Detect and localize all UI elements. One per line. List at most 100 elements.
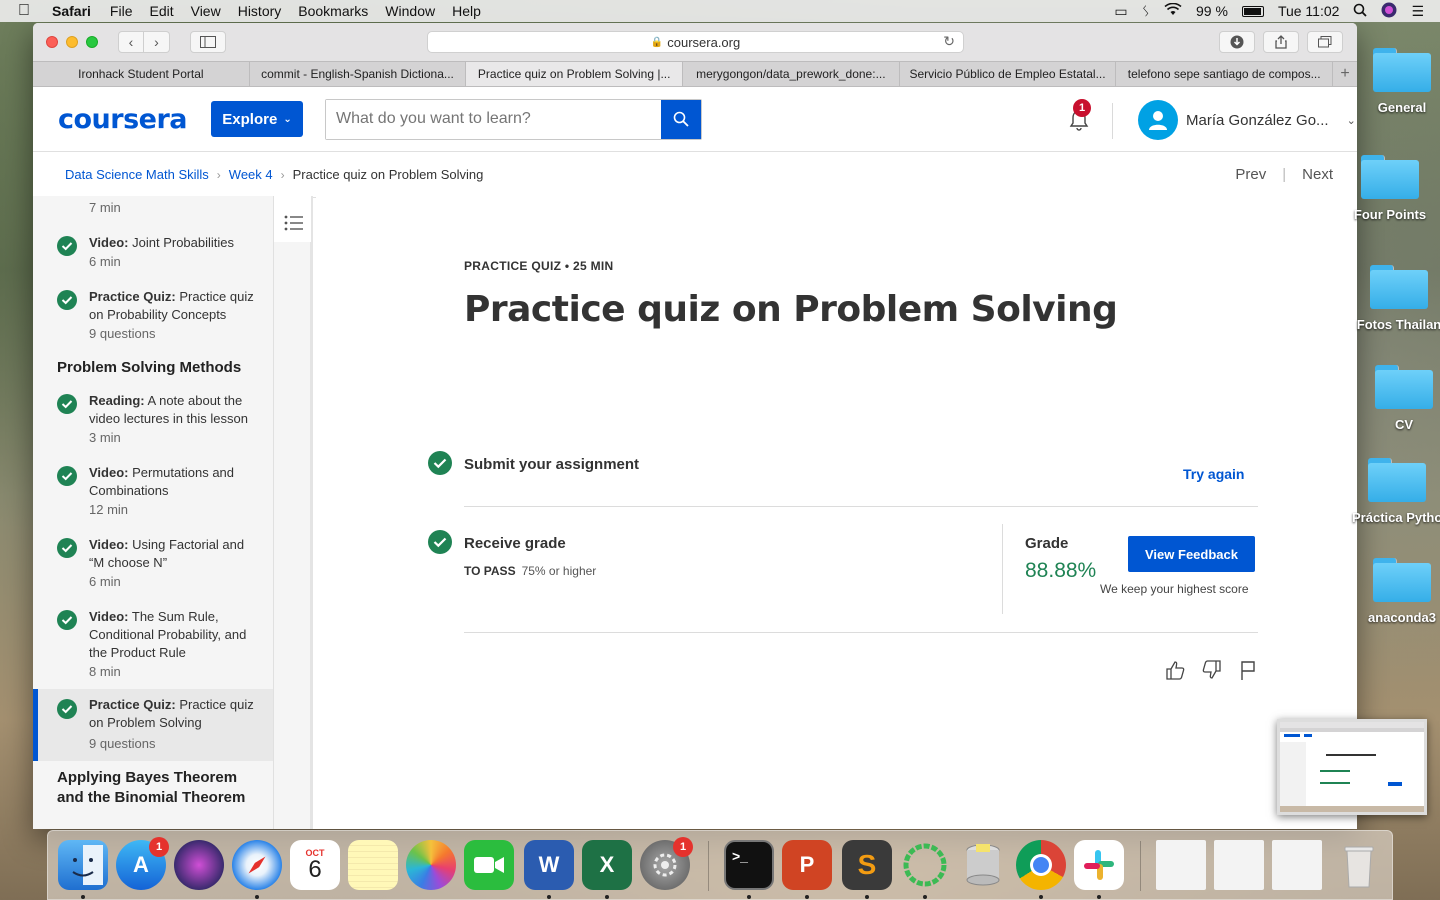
new-tab-icon[interactable]: + xyxy=(1333,62,1357,86)
explore-button[interactable]: Explore ⌄ xyxy=(211,101,304,137)
url-text: coursera.org xyxy=(667,34,741,50)
search-button[interactable] xyxy=(661,99,702,139)
page-title: Practice quiz on Problem Solving xyxy=(464,289,1118,330)
back-icon[interactable]: ‹ xyxy=(118,31,144,53)
tabs-overview-icon[interactable] xyxy=(1307,31,1343,53)
sidebar-toggle-icon[interactable] xyxy=(190,31,226,53)
list-item[interactable]: Video: The Sum Rule, Conditional Probabi… xyxy=(33,608,273,686)
list-item[interactable]: 7 min xyxy=(33,200,273,220)
list-item[interactable]: Practice Quiz: Practice quiz on Probabil… xyxy=(33,288,273,348)
downloads-icon[interactable] xyxy=(1219,31,1255,53)
close-window-button[interactable] xyxy=(46,36,58,48)
trash-icon[interactable] xyxy=(1334,840,1384,890)
safari-icon[interactable] xyxy=(232,840,282,890)
apple-icon[interactable]:  xyxy=(18,2,38,20)
menu-edit[interactable]: Edit xyxy=(149,3,173,19)
wifi-icon[interactable] xyxy=(1164,2,1182,19)
running-indicator xyxy=(547,895,551,899)
tab-sepe[interactable]: Servicio Público de Empleo Estatal... xyxy=(900,62,1117,86)
folder-icon xyxy=(1375,365,1433,409)
fullscreen-window-button[interactable] xyxy=(86,36,98,48)
sublime-text-icon[interactable]: S xyxy=(842,840,892,890)
prev-link[interactable]: Prev xyxy=(1235,166,1266,183)
notification-center-icon[interactable]: ☰ xyxy=(1411,3,1424,20)
desktop-folder-cv[interactable]: CV xyxy=(1359,365,1440,432)
list-item[interactable]: Video: Joint Probabilities 6 min xyxy=(33,234,273,278)
breadcrumb-course[interactable]: Data Science Math Skills xyxy=(65,167,209,182)
desktop-folder-general[interactable]: General xyxy=(1357,48,1440,115)
user-menu[interactable]: María González Go... ⌄ xyxy=(1138,100,1356,140)
tab-dictionary[interactable]: commit - English-Spanish Dictiona... xyxy=(250,62,467,86)
tab-github[interactable]: merygongon/data_prework_done:... xyxy=(683,62,900,86)
minimized-window-1[interactable] xyxy=(1156,840,1206,890)
slack-icon[interactable] xyxy=(1074,840,1124,890)
excel-icon[interactable]: X xyxy=(582,840,632,890)
item-duration: 7 min xyxy=(89,200,121,215)
try-again-link[interactable]: Try again xyxy=(1183,466,1244,482)
next-link[interactable]: Next xyxy=(1302,166,1333,183)
list-item[interactable]: Video: Using Factorial and “M choose N” … xyxy=(33,536,273,596)
minimized-window-3[interactable] xyxy=(1272,840,1322,890)
finder-icon[interactable] xyxy=(58,840,108,890)
dock-separator xyxy=(1140,841,1141,891)
photos-icon[interactable] xyxy=(406,840,456,890)
share-icon[interactable] xyxy=(1263,31,1299,53)
siri-icon[interactable] xyxy=(174,840,224,890)
tab-practice-quiz[interactable]: Practice quiz on Problem Solving |... xyxy=(466,62,684,86)
thumbs-up-icon[interactable] xyxy=(1164,659,1186,681)
sequel-pro-icon[interactable] xyxy=(958,840,1008,890)
desktop-folder-fotos[interactable]: Fotos Thailan xyxy=(1354,265,1440,332)
menu-help[interactable]: Help xyxy=(452,3,481,19)
tab-bar: Ironhack Student Portal commit - English… xyxy=(33,61,1357,87)
anaconda-icon[interactable] xyxy=(900,840,950,890)
minimized-window-2[interactable] xyxy=(1214,840,1264,890)
thumbs-down-icon[interactable] xyxy=(1201,659,1223,681)
desktop-folder-practica[interactable]: Práctica Pytho xyxy=(1352,458,1440,525)
calendar-icon[interactable]: OCT 6 xyxy=(290,840,340,890)
view-feedback-button[interactable]: View Feedback xyxy=(1128,536,1255,572)
bluetooth-icon[interactable]: ᛊ xyxy=(1142,3,1150,19)
address-bar[interactable]: 🔒 coursera.org ↻ xyxy=(427,31,964,53)
terminal-icon[interactable]: >_ xyxy=(724,840,774,890)
divider xyxy=(464,506,1258,507)
tab-ironhack[interactable]: Ironhack Student Portal xyxy=(33,62,250,86)
flag-icon[interactable] xyxy=(1238,659,1258,681)
coursera-logo[interactable]: coursera xyxy=(58,104,188,135)
item-title: Practice Quiz: Practice quiz on Probabil… xyxy=(89,289,254,322)
breadcrumb-bar: Data Science Math Skills › Week 4 › Prac… xyxy=(33,152,1357,198)
reload-icon[interactable]: ↻ xyxy=(943,33,955,50)
menu-bookmarks[interactable]: Bookmarks xyxy=(298,3,368,19)
chrome-icon[interactable] xyxy=(1016,840,1066,890)
menu-history[interactable]: History xyxy=(238,3,282,19)
folder-label: CV xyxy=(1394,417,1414,432)
list-item[interactable]: Reading: A note about the video lectures… xyxy=(33,392,273,452)
item-questions: 9 questions xyxy=(89,326,156,341)
powerpoint-icon[interactable]: P xyxy=(782,840,832,890)
notes-icon[interactable] xyxy=(348,840,398,890)
grade-value: 88.88% xyxy=(1025,559,1097,582)
breadcrumb-week[interactable]: Week 4 xyxy=(229,167,273,182)
minimize-window-button[interactable] xyxy=(66,36,78,48)
spotlight-icon[interactable] xyxy=(1353,3,1368,20)
toolbar-actions xyxy=(1219,31,1343,53)
siri-icon[interactable] xyxy=(1381,2,1397,21)
airplay-icon[interactable]: ▭ xyxy=(1114,3,1127,20)
search-input[interactable] xyxy=(326,99,662,139)
battery-icon[interactable] xyxy=(1241,5,1264,17)
menu-window[interactable]: Window xyxy=(385,3,435,19)
tab-telefono[interactable]: telefono sepe santiago de compos... xyxy=(1116,62,1334,86)
forward-icon[interactable]: › xyxy=(144,31,170,53)
desktop-folder-anaconda[interactable]: anaconda3 xyxy=(1357,558,1440,625)
menu-file[interactable]: File xyxy=(110,3,133,19)
chevron-down-icon: ⌄ xyxy=(1346,114,1356,127)
menu-clock[interactable]: Tue 11:02 xyxy=(1278,3,1340,19)
menu-app[interactable]: Safari xyxy=(52,3,91,19)
word-icon[interactable]: W xyxy=(524,840,574,890)
desktop-folder-four-points[interactable]: Four Points xyxy=(1345,155,1435,222)
screenshot-thumbnail[interactable] xyxy=(1277,719,1427,815)
facetime-icon[interactable] xyxy=(464,840,514,890)
list-item-active[interactable]: Practice Quiz: Practice quiz on Problem … xyxy=(33,689,273,761)
menu-view[interactable]: View xyxy=(191,3,221,19)
list-icon[interactable] xyxy=(284,214,304,232)
list-item[interactable]: Video: Permutations and Combinations 12 … xyxy=(33,464,273,524)
